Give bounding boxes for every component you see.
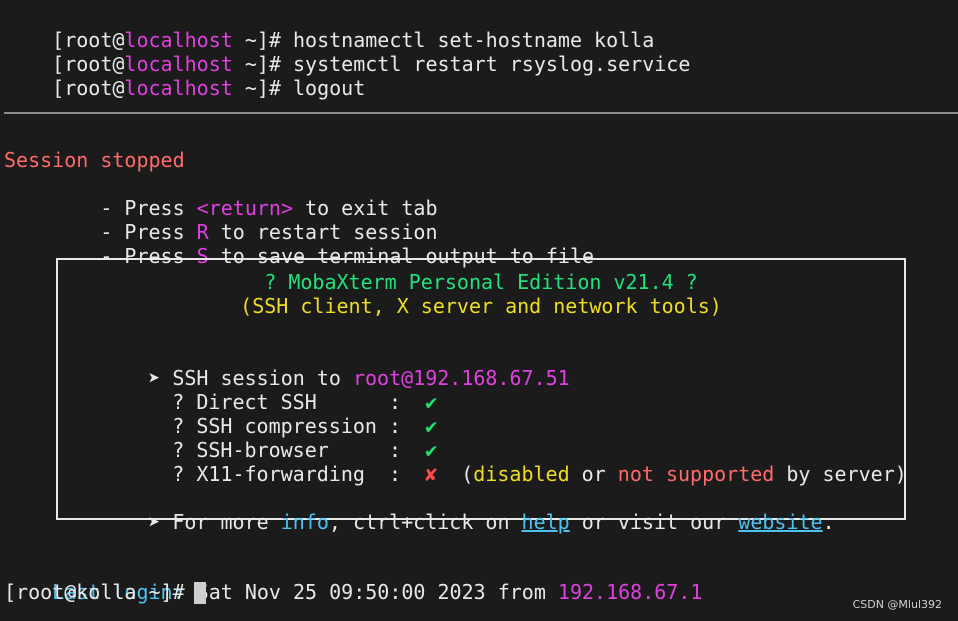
x11-disabled: disabled: [473, 462, 570, 486]
prompt-host: localhost: [124, 76, 233, 100]
instruction-line: - Press R to restart session: [4, 196, 437, 244]
mobaxterm-title: ? MobaXterm Personal Edition v21.4 ?: [264, 270, 698, 294]
more-info-end: .: [822, 510, 835, 534]
watermark: CSDN @Mlul392: [852, 598, 942, 611]
feature-ssh-compression: ? SSH compression : ✔: [100, 390, 437, 438]
last-login-line: Last login: Sat Nov 25 09:50:00 2023 fro…: [4, 556, 702, 604]
website-link[interactable]: website: [738, 510, 822, 534]
info-text: info: [280, 510, 329, 534]
last-login-text: Sat Nov 25 09:50:00 2023 from: [184, 580, 558, 604]
last-login-ip: 192.168.67.1: [557, 580, 703, 604]
history-line: [root@localhost ~]# hostnamectl set-host…: [4, 4, 654, 52]
cross-icon: ✘: [425, 462, 438, 486]
x11-not-supported: not supported: [617, 462, 775, 486]
feature-ssh-browser: ? SSH-browser : ✔: [100, 414, 437, 462]
current-prompt: [root@kolla ~]#: [4, 580, 197, 604]
terminal-window[interactable]: [root@localhost ~]# hostnamectl set-host…: [0, 0, 958, 621]
x11-tail: by server): [774, 462, 907, 486]
x11-note-open: (: [437, 462, 474, 486]
terminal-cursor[interactable]: [194, 582, 206, 604]
more-info-line: ➤ For more info, ctrl+click on help or v…: [76, 486, 834, 534]
more-info-prefix: ➤ For more: [148, 510, 281, 534]
history-command: logout: [293, 76, 366, 100]
mobaxterm-subtitle: (SSH client, X server and network tools): [240, 294, 722, 318]
prompt-user: [root@: [52, 76, 125, 100]
history-line: [root@localhost ~]# logout: [4, 52, 365, 100]
x11-or: or: [569, 462, 618, 486]
session-divider: [4, 112, 958, 114]
feature-label: ? X11-forwarding :: [172, 462, 426, 486]
instruction-line: - Press S to save terminal output to fil…: [4, 220, 594, 268]
more-info-middle2: or visit our: [569, 510, 739, 534]
session-stopped-text: Session stopped: [4, 148, 185, 172]
mobaxterm-info-box: ? MobaXterm Personal Edition v21.4 ? (SS…: [56, 258, 907, 534]
prompt-rest: ~]#: [232, 76, 294, 100]
help-link[interactable]: help: [522, 510, 570, 534]
feature-x11-forwarding: ? X11-forwarding : ✘ (disabled or not su…: [100, 438, 907, 486]
more-info-middle: , ctrl+click on: [328, 510, 522, 534]
ssh-session-line: ➤ SSH session to root@192.168.67.51: [76, 342, 569, 390]
history-line: [root@localhost ~]# systemctl restart rs…: [4, 28, 690, 76]
feature-direct-ssh: ? Direct SSH : ✔: [100, 366, 437, 414]
instruction-line: - Press <return> to exit tab: [4, 172, 437, 220]
